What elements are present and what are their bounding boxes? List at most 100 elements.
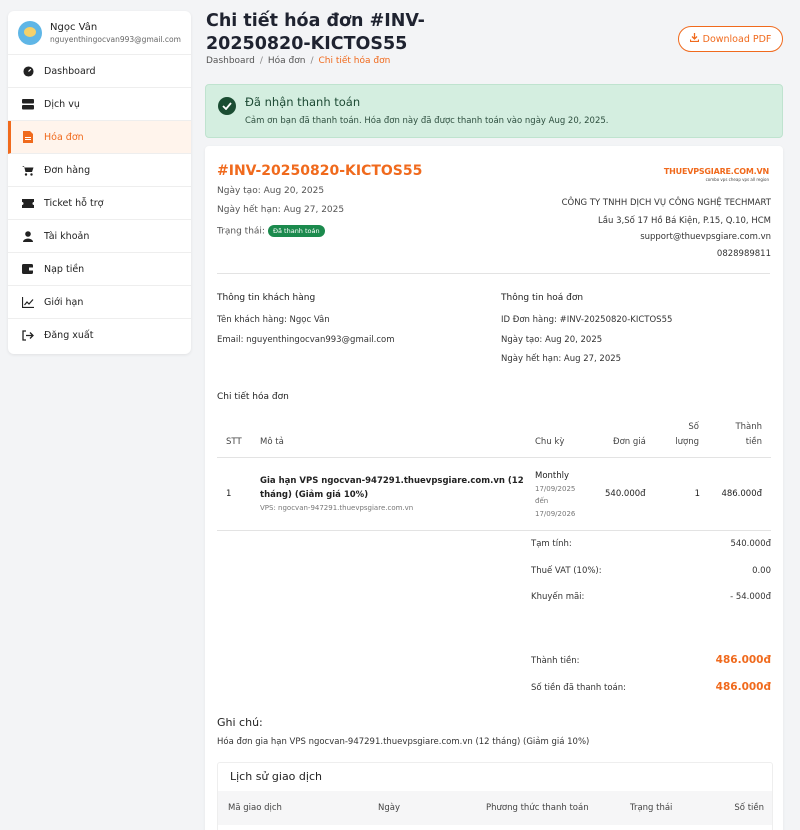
sidebar-item-label: Tài khoản [44, 230, 90, 242]
note-title: Ghi chú: [217, 716, 263, 729]
row-desc-line1: Gia hạn VPS ngocvan-947291.thuevpsgiare.… [260, 476, 524, 486]
sidebar-item-orders[interactable]: Đơn hàng [8, 154, 191, 187]
col-stt: STT [226, 437, 242, 447]
user-name: Ngọc Vân [50, 21, 98, 33]
row-stt: 1 [226, 489, 232, 499]
details-title: Chi tiết hóa đơn [217, 392, 289, 402]
sidebar-item-label: Dashboard [44, 65, 96, 77]
sidebar: Ngọc Vân nguyenthingocvan993@gmail.com D… [8, 11, 191, 354]
logout-icon [22, 330, 34, 342]
download-pdf-button[interactable]: Download PDF [678, 26, 783, 52]
subtotal-value: 540.000đ [730, 539, 771, 549]
payment-success-alert: Đã nhận thanh toán Cảm ơn bạn đã thanh t… [205, 84, 783, 138]
amount-paid-value: 486.000đ [715, 681, 771, 693]
alert-text: Cảm ơn bạn đã thanh toán. Hóa đơn này đã… [245, 116, 609, 126]
history-title: Lịch sử giao dịch [230, 770, 322, 783]
company-email: support@thuevpsgiare.com.vn [640, 232, 771, 242]
invoice-number: #INV-20250820-KICTOS55 [217, 163, 423, 179]
grand-total-value: 486.000đ [715, 654, 771, 666]
breadcrumb-current: Chi tiết hóa đơn [318, 56, 391, 66]
company-phone: 0828989811 [716, 249, 771, 259]
history-col-id: Mã giao dịch [228, 803, 282, 813]
customer-email: Email: nguyenthingocvan993@gmail.com [217, 335, 395, 345]
sidebar-item-services[interactable]: Dịch vụ [8, 88, 191, 121]
invoice-status: Trạng thái: Đã thanh toán [217, 225, 325, 237]
brand-logo: THUEVPSGIARE.COM.VN combo vps cheap vps … [664, 167, 769, 182]
transaction-history: Lịch sử giao dịch Mã giao dịch Ngày Phươ… [217, 762, 773, 830]
company-address: Lầu 3,Số 17 Hồ Bá Kiện, P.15, Q.10, HCM [598, 216, 771, 226]
row-cycle-from: 17/09/2025 [535, 485, 576, 493]
user-email: nguyenthingocvan993@gmail.com [50, 34, 181, 44]
history-col-date: Ngày [378, 803, 400, 813]
sidebar-item-dashboard[interactable]: Dashboard [8, 55, 191, 88]
row-desc-sub: VPS: ngocvan-947291.thuevpsgiare.com.vn [260, 504, 414, 512]
sidebar-item-invoices[interactable]: Hóa đơn [8, 121, 191, 154]
invoice-created-date: Ngày tạo: Aug 20, 2025 [217, 186, 325, 196]
download-pdf-label: Download PDF [702, 33, 772, 45]
customer-name: Tên khách hàng: Ngọc Vân [217, 315, 330, 325]
breadcrumb-dashboard[interactable]: Dashboard [206, 56, 255, 66]
history-col-status: Trạng thái [630, 803, 673, 813]
chart-line-icon [22, 296, 34, 308]
row-qty: 1 [694, 489, 700, 499]
invoice-info-title: Thông tin hoá đơn [501, 293, 584, 303]
row-cycle-to-word: đến [535, 497, 549, 505]
user-icon [22, 230, 34, 242]
sidebar-item-label: Giới hạn [44, 296, 84, 308]
server-icon [22, 98, 34, 110]
history-col-method: Phương thức thanh toán [486, 803, 589, 813]
status-label: Trạng thái: [217, 226, 265, 237]
page-title: Chi tiết hóa đơn #INV-20250820-KICTOS55 [206, 11, 425, 54]
breadcrumb: Dashboard / Hóa đơn / Chi tiết hóa đơn [206, 56, 391, 66]
invoice-info-created: Ngày tạo: Aug 20, 2025 [501, 335, 603, 345]
col-total-line2: tiền [745, 437, 762, 447]
vat-label: Thuế VAT (10%): [531, 566, 602, 576]
alert-title: Đã nhận thanh toán [245, 95, 361, 109]
sidebar-item-label: Ticket hỗ trợ [44, 197, 104, 209]
table-row-divider [217, 530, 771, 531]
row-price: 540.000đ [605, 489, 646, 499]
col-total-line1: Thành [735, 422, 762, 432]
brand-name: THUEVPSGIARE.COM.VN [663, 167, 769, 176]
sidebar-item-tickets[interactable]: Ticket hỗ trợ [8, 187, 191, 220]
sidebar-item-label: Nạp tiền [44, 263, 85, 275]
brand-tagline: combo vps cheap vps all region [705, 177, 769, 182]
invoice-info-due: Ngày hết hạn: Aug 27, 2025 [501, 354, 622, 364]
history-col-amount: Số tiền [734, 803, 764, 813]
divider [217, 273, 770, 274]
sidebar-item-limits[interactable]: Giới hạn [8, 286, 191, 319]
sidebar-item-label: Hóa đơn [44, 131, 84, 143]
breadcrumb-invoices[interactable]: Hóa đơn [268, 56, 306, 66]
sidebar-item-label: Đơn hàng [44, 164, 91, 176]
row-desc-line2: tháng) (Giảm giá 10%) [260, 490, 369, 500]
subtotal-label: Tạm tính: [531, 539, 572, 549]
avatar [18, 20, 42, 45]
sidebar-item-label: Dịch vụ [44, 98, 80, 110]
invoice-card: #INV-20250820-KICTOS55 Ngày tạo: Aug 20,… [205, 146, 783, 830]
check-circle-icon [218, 97, 236, 115]
vat-value: 0.00 [752, 566, 771, 576]
sidebar-item-label: Đăng xuất [44, 330, 94, 341]
ticket-icon [22, 197, 34, 209]
row-cycle: Monthly [535, 471, 570, 481]
row-cycle-to: 17/09/2026 [535, 510, 576, 518]
sidebar-item-logout[interactable]: Đăng xuất [8, 319, 191, 352]
note-text: Hóa đơn gia hạn VPS ngocvan-947291.thuev… [217, 737, 590, 747]
col-cycle: Chu kỳ [535, 437, 565, 447]
invoice-icon [22, 131, 34, 143]
company-name: CÔNG TY TNHH DỊCH VỤ CÔNG NGHỆ TECHMART [561, 198, 771, 208]
sidebar-item-topup[interactable]: Nạp tiền [8, 253, 191, 286]
table-header-divider [217, 457, 771, 458]
history-table-header: Mã giao dịch Ngày Phương thức thanh toán… [218, 791, 772, 825]
col-qty-line1: Số [688, 422, 699, 432]
customer-info-title: Thông tin khách hàng [217, 293, 316, 303]
col-desc: Mô tả [260, 437, 284, 447]
cart-icon [22, 164, 34, 176]
dashboard-icon [22, 65, 34, 77]
row-total: 486.000đ [721, 489, 762, 499]
order-id: ID Đơn hàng: #INV-20250820-KICTOS55 [501, 315, 673, 325]
sidebar-item-account[interactable]: Tài khoản [8, 220, 191, 253]
invoice-due-date: Ngày hết hạn: Aug 27, 2025 [217, 205, 345, 215]
download-icon [689, 33, 699, 45]
user-profile[interactable]: Ngọc Vân nguyenthingocvan993@gmail.com [8, 11, 191, 55]
